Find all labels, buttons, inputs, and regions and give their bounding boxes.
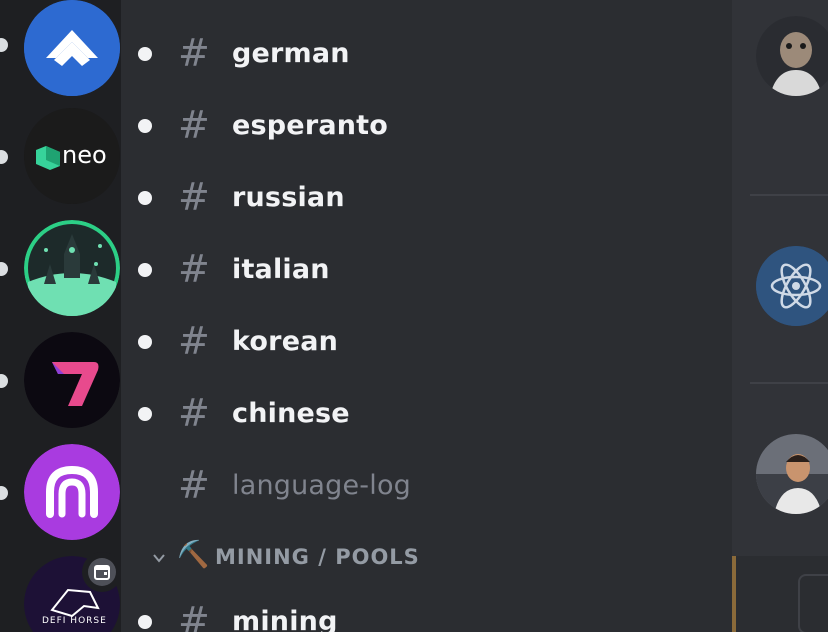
channel-name: esperanto	[232, 109, 389, 141]
hash-icon: #	[178, 391, 210, 436]
category-label: MINING / POOLS	[215, 545, 420, 569]
hash-icon: #	[178, 175, 210, 220]
channel-name: russian	[232, 181, 345, 213]
unread-indicator	[138, 119, 152, 133]
server-label: neo	[62, 141, 107, 169]
squirrel-icon	[756, 16, 828, 96]
squirrel-astronaut-avatar[interactable]	[756, 16, 828, 96]
server-icon-a[interactable]	[24, 0, 120, 96]
event-badge	[82, 552, 122, 592]
hash-icon: #	[178, 319, 210, 364]
atom-icon	[756, 246, 828, 326]
message-divider	[750, 194, 828, 196]
channel-name: korean	[232, 325, 339, 357]
arch-logo-icon	[24, 444, 120, 540]
wavey-a-logo-icon	[24, 0, 120, 96]
channel-language-log[interactable]: # language-log	[121, 456, 716, 516]
calendar-icon	[94, 565, 110, 580]
seven-logo-icon	[24, 332, 120, 428]
server-icon-neo[interactable]: neo	[24, 108, 120, 204]
man-avatar[interactable]	[756, 434, 828, 514]
unread-indicator	[138, 615, 152, 629]
embed-thumbnail	[798, 574, 828, 632]
unread-indicator	[138, 47, 152, 61]
hash-icon: #	[178, 247, 210, 292]
hash-icon: #	[178, 103, 210, 148]
person-icon	[756, 434, 828, 514]
channel-name: italian	[232, 253, 330, 285]
unread-indicator	[138, 263, 152, 277]
message-divider	[750, 382, 828, 384]
server-icon-arch[interactable]	[24, 444, 120, 540]
channel-italian[interactable]: # italian	[121, 240, 716, 300]
channel-chinese[interactable]: # chinese	[121, 384, 716, 444]
channel-esperanto[interactable]: # esperanto	[121, 96, 716, 156]
chevron-down-icon	[153, 554, 165, 563]
message-embed	[732, 556, 828, 632]
channel-name: german	[232, 37, 350, 69]
atom-avatar[interactable]	[756, 246, 828, 326]
channel-name: mining	[232, 605, 338, 632]
hash-icon: #	[178, 599, 210, 632]
pane-separator	[716, 0, 732, 632]
channel-german[interactable]: # german	[121, 24, 716, 84]
unread-indicator	[138, 407, 152, 421]
channel-name: language-log	[232, 469, 412, 501]
category-mining-pools[interactable]: ⛏️ MINING / POOLS	[121, 536, 716, 580]
channel-korean[interactable]: # korean	[121, 312, 716, 372]
unread-indicator	[138, 191, 152, 205]
channel-name: chinese	[232, 397, 350, 429]
server-icon-seven[interactable]	[24, 332, 120, 428]
server-label: DEFI HORSE	[42, 616, 107, 626]
rocket-logo-icon	[24, 220, 120, 316]
channel-list: # german # esperanto # russian # italian…	[121, 0, 716, 632]
unread-indicator	[138, 335, 152, 349]
pick-icon: ⛏️	[177, 540, 210, 570]
server-icon-rocket[interactable]	[24, 220, 120, 316]
hash-icon: #	[178, 31, 210, 76]
channel-russian[interactable]: # russian	[121, 168, 716, 228]
channel-mining[interactable]: # mining	[121, 592, 716, 632]
hash-icon: #	[178, 463, 210, 508]
